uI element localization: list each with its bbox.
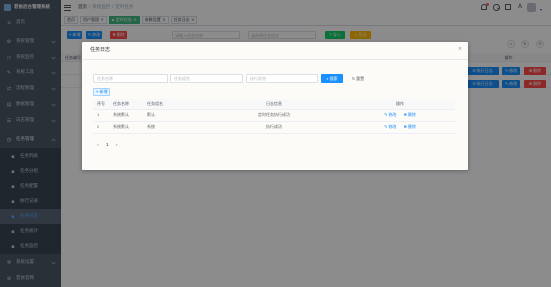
- dialog-reset-button[interactable]: 重置: [347, 74, 369, 83]
- table-header-cell: 日志信息: [203, 99, 345, 110]
- row-action-label: 删除: [407, 112, 416, 117]
- table-cell: 1: [93, 109, 109, 122]
- edit-icon: [384, 113, 387, 117]
- table-row: 2 系统默认 系统 执行成功 修改 删除: [93, 121, 455, 134]
- table-actions-cell: 修改 删除: [345, 109, 455, 122]
- chevron-right-icon[interactable]: [116, 143, 118, 149]
- dialog-search-button[interactable]: 搜索: [321, 74, 343, 83]
- reset-button-label: 重置: [356, 75, 365, 81]
- dialog-status-input[interactable]: [246, 74, 318, 83]
- table-header-cell: 任务名称: [109, 99, 143, 110]
- dialog-divider: [82, 59, 468, 60]
- table-cell: 默认: [143, 109, 203, 122]
- table-header-cell: 操作: [345, 99, 455, 110]
- job-log-dialog: 任务日志 搜索 重置 新增 序号 任务名称 任务组名 日志信息 操作: [82, 42, 468, 170]
- delete-icon: [404, 113, 407, 117]
- row-action-label: 删除: [407, 124, 416, 129]
- row-action-label: 修改: [388, 112, 397, 117]
- table-cell: 执行成功: [203, 121, 345, 134]
- dialog-title: 任务日志: [90, 47, 111, 53]
- row-delete-link[interactable]: 删除: [404, 125, 416, 129]
- table-actions-cell: 修改 删除: [345, 121, 455, 134]
- close-icon[interactable]: [458, 47, 462, 52]
- dialog-job-group-input[interactable]: [170, 74, 243, 83]
- row-edit-link[interactable]: 修改: [384, 113, 396, 117]
- page-number[interactable]: 1: [104, 142, 111, 149]
- dialog-job-name-input[interactable]: [93, 74, 168, 83]
- table-cell: 系统默认: [109, 109, 143, 122]
- chevron-left-icon[interactable]: [97, 143, 99, 149]
- row-delete-link[interactable]: 删除: [404, 113, 416, 117]
- edit-icon: [384, 125, 387, 129]
- delete-icon: [404, 125, 407, 129]
- search-icon: [326, 77, 328, 81]
- pagination: 1: [97, 142, 118, 149]
- table-cell: 定时任务执行成功: [203, 109, 345, 122]
- dialog-add-button[interactable]: 新增: [93, 88, 110, 96]
- table-header-cell: 任务组名: [143, 99, 203, 110]
- search-button-label: 搜索: [329, 75, 338, 81]
- table-cell: 系统: [143, 121, 203, 134]
- add-button-label: 新增: [99, 89, 108, 94]
- table-cell: 系统默认: [109, 121, 143, 134]
- table-header-row: 序号 任务名称 任务组名 日志信息 操作: [93, 99, 455, 110]
- table-cell: 2: [93, 121, 109, 134]
- refresh-icon: [352, 77, 355, 81]
- table-row: 1 系统默认 默认 定时任务执行成功 修改 删除: [93, 109, 455, 122]
- row-edit-link[interactable]: 修改: [384, 125, 396, 129]
- row-action-label: 修改: [388, 124, 397, 129]
- plus-icon: [95, 90, 98, 94]
- dialog-table: 序号 任务名称 任务组名 日志信息 操作 1 系统默认 默认 定时任务执行成功 …: [93, 99, 455, 134]
- table-header-cell: 序号: [93, 99, 109, 110]
